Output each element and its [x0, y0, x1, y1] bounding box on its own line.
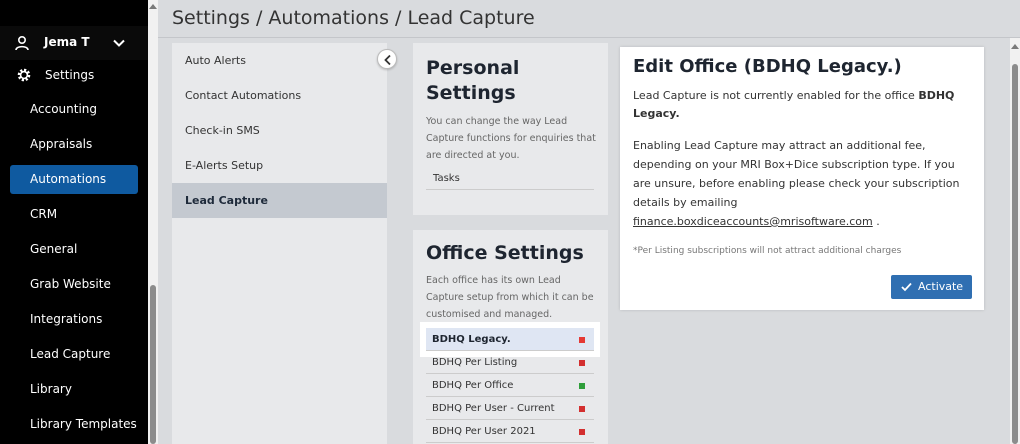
main-scrollbar[interactable]: [1010, 38, 1020, 444]
sidebar-item-automations[interactable]: Automations: [10, 165, 138, 194]
fee-notice-line3: are unsure, before enabling please check…: [633, 177, 960, 190]
email-link[interactable]: finance.boxdiceaccounts@mrisoftware.com: [633, 215, 873, 228]
personal-settings-card: Personal Settings You can change the way…: [413, 43, 608, 215]
office-settings-desc-line2: Capture setup from which it can be: [426, 292, 594, 303]
tasks-item[interactable]: Tasks: [426, 170, 594, 190]
personal-settings-desc-line1: You can change the way Lead: [426, 116, 568, 127]
main-sidebar: Jema T Settings Accounting Appraisals Au…: [0, 0, 148, 444]
sidebar-item-lead-capture[interactable]: Lead Capture: [0, 337, 148, 372]
office-item-label: BDHQ Per User 2021: [432, 426, 536, 437]
sidebar-item-crm[interactable]: CRM: [0, 197, 148, 232]
sidebar-scrollbar[interactable]: [148, 0, 158, 444]
personal-settings-title-line2: Settings: [426, 82, 516, 104]
office-item-label: BDHQ Per Listing: [432, 357, 518, 368]
lead-capture-status-text: Lead Capture is not currently enabled fo…: [633, 87, 973, 123]
personal-settings-desc-line3: are directed at you.: [426, 150, 520, 161]
status-indicator: [579, 383, 585, 389]
settings-label: Settings: [45, 68, 95, 82]
status-indicator: [579, 360, 585, 366]
office-item-label: BDHQ Legacy.: [432, 334, 511, 345]
chevron-down-icon[interactable]: [112, 36, 126, 50]
submenu-item-check-in-sms[interactable]: Check-in SMS: [172, 113, 387, 148]
edit-office-title: Edit Office (BDHQ Legacy.): [633, 56, 902, 77]
sidebar-item-grab-website[interactable]: Grab Website: [0, 267, 148, 302]
sidebar-item-library[interactable]: Library: [0, 372, 148, 407]
office-item-label: BDHQ Per Office: [432, 380, 514, 391]
edit-office-panel: Edit Office (BDHQ Legacy.) Lead Capture …: [620, 47, 984, 310]
submenu-item-lead-capture[interactable]: Lead Capture: [172, 183, 387, 218]
per-listing-note: *Per Listing subscriptions will not attr…: [633, 246, 902, 256]
sidebar-item-general[interactable]: General: [0, 232, 148, 267]
user-menu[interactable]: Jema T: [0, 26, 148, 60]
gear-icon: [17, 68, 31, 82]
chevron-left-icon: [384, 54, 391, 66]
status-indicator: [579, 429, 585, 435]
fee-notice-line4: details by emailing: [633, 196, 738, 209]
page-header: Settings / Automations / Lead Capture: [158, 0, 1020, 38]
office-item-label: BDHQ Per User - Current: [432, 403, 555, 414]
office-settings-desc-line1: Each office has its own Lead: [426, 275, 561, 286]
breadcrumb: Settings / Automations / Lead Capture: [172, 7, 535, 29]
activate-label: Activate: [918, 280, 964, 293]
scroll-up-icon[interactable]: [149, 4, 157, 9]
personal-settings-desc-line2: Capture functions for enquiries that: [426, 133, 596, 144]
sidebar-item-appraisals[interactable]: Appraisals: [0, 127, 148, 162]
office-item-bdhq-legacy[interactable]: BDHQ Legacy.: [420, 322, 600, 357]
office-settings-title: Office Settings: [426, 242, 584, 264]
collapse-submenu-button[interactable]: [377, 49, 397, 69]
personal-settings-title-line1: Personal: [426, 57, 520, 79]
user-icon: [15, 35, 29, 51]
fee-notice-line1: Enabling Lead Capture may attract an add…: [633, 139, 926, 152]
status-text: Lead Capture is not currently enabled fo…: [633, 89, 915, 102]
status-indicator: [579, 406, 585, 412]
sidebar-item-integrations[interactable]: Integrations: [0, 302, 148, 337]
activate-button[interactable]: Activate: [891, 275, 972, 299]
sidebar-item-accounting[interactable]: Accounting: [0, 92, 148, 127]
office-item-bdhq-per-user-2021[interactable]: BDHQ Per User 2021: [426, 420, 594, 443]
settings-section[interactable]: Settings: [0, 62, 148, 88]
submenu-item-auto-alerts[interactable]: Auto Alerts: [172, 43, 387, 78]
office-item-bdhq-per-user-current[interactable]: BDHQ Per User - Current: [426, 397, 594, 420]
main-scroll-thumb[interactable]: [1012, 64, 1018, 444]
email-line: finance.boxdiceaccounts@mrisoftware.com …: [633, 213, 973, 231]
sidebar-nav: Accounting Appraisals Automations CRM Ge…: [0, 92, 148, 442]
status-indicator: [579, 337, 585, 343]
office-list: BDHQ Legacy. BDHQ Per Listing BDHQ Per O…: [420, 322, 600, 443]
office-item-bdhq-per-office[interactable]: BDHQ Per Office: [426, 374, 594, 397]
sidebar-scroll-thumb[interactable]: [150, 285, 156, 444]
submenu-item-contact-automations[interactable]: Contact Automations: [172, 78, 387, 113]
submenu-item-e-alerts-setup[interactable]: E-Alerts Setup: [172, 148, 387, 183]
scroll-up-icon[interactable]: [1011, 44, 1019, 49]
email-suffix: .: [872, 215, 880, 228]
sidebar-item-library-templates[interactable]: Library Templates: [0, 407, 148, 442]
fee-notice-line2: depending on your MRI Box+Dice subscript…: [633, 158, 955, 171]
user-name: Jema T: [44, 35, 90, 49]
office-settings-card: Office Settings Each office has its own …: [413, 230, 608, 444]
check-icon: [901, 282, 912, 292]
automations-submenu: Auto Alerts Contact Automations Check-in…: [172, 43, 387, 444]
office-item-bdhq-per-listing[interactable]: BDHQ Per Listing: [426, 351, 594, 374]
office-settings-desc-line3: customised and managed.: [426, 309, 553, 320]
